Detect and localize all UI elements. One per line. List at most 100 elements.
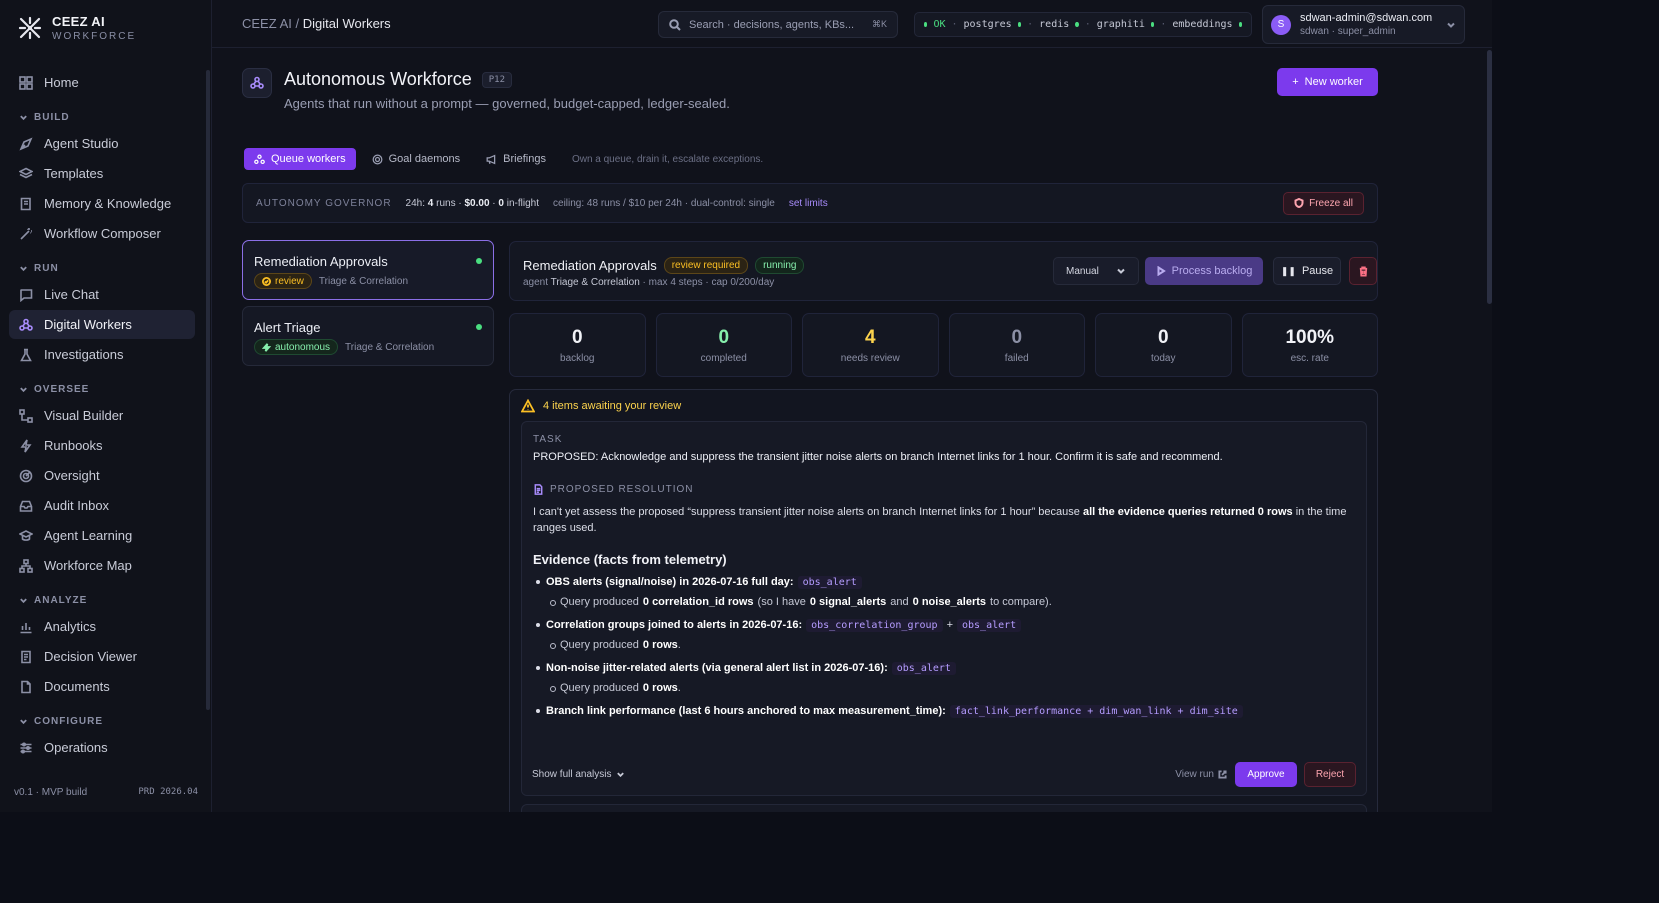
- governor-stats-inflight-label: in-flight: [506, 197, 540, 209]
- sidebar-item-investigations[interactable]: Investigations: [9, 340, 195, 369]
- sidebar-nav: Home BUILD Agent Studio Templates Memory…: [9, 68, 195, 763]
- sidebar-item-home[interactable]: Home: [9, 68, 195, 97]
- sidebar-item-memory-knowledge[interactable]: Memory & Knowledge: [9, 189, 195, 218]
- workers-icon: [250, 76, 264, 89]
- sidebar-item-visual-builder[interactable]: Visual Builder: [9, 401, 195, 430]
- delete-worker-button[interactable]: [1349, 257, 1377, 285]
- section-configure[interactable]: CONFIGURE: [9, 702, 195, 733]
- search-placeholder: Search · decisions, agents, KBs...: [689, 18, 855, 31]
- governor-stats-sep: ·: [492, 197, 496, 209]
- task-label: TASK: [533, 434, 563, 445]
- new-worker-button[interactable]: + New worker: [1277, 68, 1378, 96]
- proposed-resolution-label-text: PROPOSED RESOLUTION: [550, 484, 694, 495]
- sidebar-item-label: Home: [44, 75, 79, 90]
- plus-icon: +: [1292, 76, 1299, 88]
- sidebar-scrollbar[interactable]: [206, 70, 210, 710]
- result-value: 0 rows: [642, 682, 678, 694]
- sidebar-item-digital-workers[interactable]: Digital Workers: [9, 310, 195, 339]
- stat-completed: 0 completed: [655, 313, 792, 377]
- worker-detail-meta: agent Triage & Correlation · max 4 steps…: [523, 277, 774, 288]
- version-label: v0.1 · MVP build: [14, 787, 88, 798]
- stat-label: esc. rate: [1290, 352, 1329, 364]
- workers-icon: [254, 154, 265, 164]
- mode-label: autonomous: [275, 341, 331, 353]
- main-scrollbar[interactable]: [1487, 50, 1492, 304]
- tab-goal-daemons[interactable]: Goal daemons: [362, 148, 471, 170]
- reject-button[interactable]: Reject: [1304, 761, 1356, 787]
- section-build[interactable]: BUILD: [9, 98, 195, 129]
- view-run-link[interactable]: View run: [1175, 769, 1227, 780]
- chevron-down-icon: [20, 266, 27, 272]
- system-health-bar[interactable]: OK · postgres · redis · graphiti · embed…: [914, 12, 1252, 37]
- external-link-icon: [1218, 769, 1227, 779]
- trash-icon: [1359, 266, 1367, 276]
- meta-agent: Triage & Correlation: [550, 277, 640, 288]
- sidebar-item-oversight[interactable]: Oversight: [9, 461, 195, 490]
- view-run-label: View run: [1175, 768, 1214, 780]
- evidence-table-code: obs_correlation_group: [806, 618, 943, 632]
- status-dot: [1238, 22, 1243, 27]
- page-title: Autonomous Workforce P12: [284, 69, 513, 90]
- worker-card-alert-triage[interactable]: Alert Triage autonomous Triage & Correla…: [242, 306, 494, 366]
- search-input[interactable]: Search · decisions, agents, KBs... ⌘K: [658, 11, 898, 38]
- section-run[interactable]: RUN: [9, 249, 195, 280]
- sidebar-item-decision-viewer[interactable]: Decision Viewer: [9, 642, 195, 671]
- sidebar-item-workforce-map[interactable]: Workforce Map: [9, 551, 195, 580]
- set-limits-link[interactable]: set limits: [789, 198, 828, 209]
- sidebar-item-audit-inbox[interactable]: Audit Inbox: [9, 491, 195, 520]
- governor-stats: 24h: 4 runs · $0.00 · 0 in-flight: [406, 198, 539, 209]
- sidebar-item-agent-learning[interactable]: Agent Learning: [9, 521, 195, 550]
- separator: ·: [1160, 19, 1167, 30]
- worker-card-remediation-approvals[interactable]: Remediation Approvals review Triage & Co…: [242, 240, 494, 300]
- sidebar-item-label: Memory & Knowledge: [44, 196, 172, 211]
- user-role: sdwan · super_admin: [1300, 26, 1396, 37]
- tab-briefings[interactable]: Briefings: [476, 148, 556, 170]
- freeze-all-label: Freeze all: [1309, 197, 1353, 209]
- freeze-all-button[interactable]: Freeze all: [1283, 191, 1364, 215]
- section-analyze[interactable]: ANALYZE: [9, 581, 195, 612]
- grid-icon: [19, 75, 33, 90]
- approve-button[interactable]: Approve: [1235, 761, 1297, 787]
- sidebar-item-agent-studio[interactable]: Agent Studio: [9, 129, 195, 158]
- brand[interactable]: CEEZ AI WORKFORCE: [18, 14, 136, 42]
- pause-button[interactable]: ❚❚ Pause: [1273, 257, 1341, 285]
- sidebar-item-templates[interactable]: Templates: [9, 159, 195, 188]
- sidebar-item-runbooks[interactable]: Runbooks: [9, 431, 195, 460]
- sidebar-item-workflow-composer[interactable]: Workflow Composer: [9, 219, 195, 248]
- worker-meta: autonomous Triage & Correlation: [254, 339, 434, 355]
- section-oversee[interactable]: OVERSEE: [9, 370, 195, 401]
- governor-cost: $0.00: [464, 197, 490, 209]
- breadcrumb-root[interactable]: CEEZ AI: [242, 16, 292, 31]
- process-backlog-button[interactable]: Process backlog: [1145, 257, 1263, 285]
- sidebar-item-documents[interactable]: Documents: [9, 672, 195, 701]
- sidebar-item-operations[interactable]: Operations: [9, 733, 195, 762]
- service-graphiti: graphiti: [1096, 19, 1145, 30]
- worker-agent: Triage & Correlation: [318, 275, 409, 287]
- sidebar-item-analytics[interactable]: Analytics: [9, 612, 195, 641]
- sidebar: CEEZ AI WORKFORCE Home BUILD Agent Studi…: [0, 0, 212, 812]
- sidebar-item-live-chat[interactable]: Live Chat: [9, 280, 195, 309]
- shield-icon: [1294, 198, 1304, 208]
- show-full-analysis-toggle[interactable]: Show full analysis: [532, 769, 625, 780]
- file-icon: [21, 680, 31, 693]
- breadcrumb-separator: /: [295, 16, 300, 31]
- worker-detail-title: Remediation Approvals review required ru…: [523, 257, 805, 274]
- mode-select[interactable]: Manual: [1053, 257, 1139, 285]
- service-embeddings: embeddings: [1172, 19, 1233, 30]
- sidebar-item-label: Templates: [44, 166, 104, 181]
- evidence-label: OBS alerts (signal/noise) in 2026-07-16 …: [546, 576, 794, 588]
- worker-name: Remediation Approvals: [254, 254, 388, 269]
- sidebar-item-label: Workflow Composer: [44, 226, 161, 241]
- user-menu[interactable]: S sdwan-admin@sdwan.com sdwan · super_ad…: [1262, 5, 1465, 44]
- sidebar-item-label: Investigations: [44, 347, 124, 362]
- meta-suffix: · max 4 steps · cap 0/200/day: [642, 277, 775, 288]
- tab-queue-workers[interactable]: Queue workers: [244, 148, 356, 170]
- health-ok: OK: [933, 19, 946, 30]
- result-value: 0 correlation_id rows: [642, 596, 754, 608]
- megaphone-icon: [486, 154, 496, 164]
- evidence-item: Non-noise jitter-related alerts (via gen…: [533, 658, 1353, 678]
- result-value: 0 signal_alerts: [809, 596, 887, 608]
- stat-value: 0: [718, 326, 730, 348]
- mode-badge: review: [254, 273, 312, 289]
- stat-label: needs review: [840, 352, 900, 364]
